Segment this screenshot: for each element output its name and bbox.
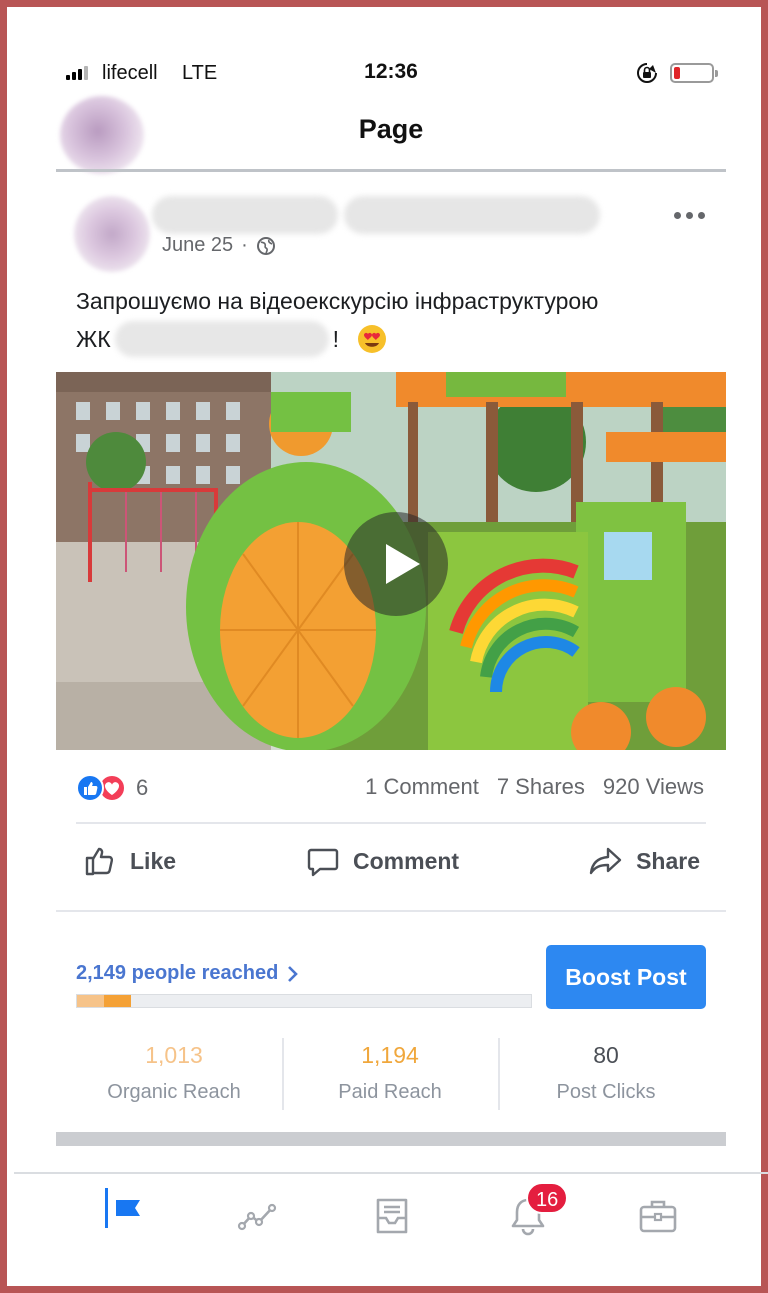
tab-tools[interactable] xyxy=(628,1186,688,1246)
chevron-right-icon xyxy=(288,965,299,982)
inbox-icon xyxy=(376,1198,408,1234)
battery-low-icon xyxy=(670,63,718,83)
author-name-blurred-2[interactable] xyxy=(344,196,600,234)
comment-label: Comment xyxy=(353,847,460,874)
page-title: Page xyxy=(358,114,424,144)
post-text-suffix: ! xyxy=(332,326,340,352)
post-meta: June 25 · xyxy=(162,234,276,257)
paid-reach-value: 1,194 xyxy=(361,1042,419,1068)
like-button[interactable]: Like xyxy=(76,843,182,879)
paid-reach-metric: 1,194 Paid Reach xyxy=(282,1042,498,1104)
thumbs-up-icon xyxy=(85,847,114,876)
comment-bubble-icon xyxy=(307,848,339,877)
insights-graph-icon xyxy=(237,1203,277,1231)
organic-reach-metric: 1,013 Organic Reach xyxy=(66,1042,282,1104)
reach-progress-bar xyxy=(76,994,532,1008)
play-button[interactable] xyxy=(344,512,448,616)
post-text-line-2: ЖК ! xyxy=(76,320,726,358)
more-options-icon[interactable] xyxy=(674,212,708,222)
post-text-prefix: ЖК xyxy=(76,326,111,352)
phone-screen: lifecell LTE 12:36 Page June 25 · Запрош… xyxy=(14,14,768,1293)
post-date[interactable]: June 25 xyxy=(162,234,233,257)
reach-progress-paid xyxy=(104,995,132,1007)
reach-progress-organic xyxy=(77,995,105,1007)
shares-count-link[interactable]: 7 Shares xyxy=(497,774,585,800)
tab-notifications[interactable]: 16 xyxy=(498,1182,569,1246)
orientation-lock-icon xyxy=(637,63,657,83)
share-arrow-icon xyxy=(589,847,622,875)
play-icon xyxy=(386,544,420,584)
bottom-tab-bar: 16 xyxy=(14,1172,768,1262)
post-clicks-value: 80 xyxy=(593,1042,619,1068)
comments-count-link[interactable]: 1 Comment xyxy=(365,774,479,800)
stats-divider xyxy=(76,822,706,824)
like-label: Like xyxy=(130,847,177,874)
post-text: Запрошуємо на відеоекскурсію інфраструкт… xyxy=(76,282,726,358)
share-button[interactable]: Share xyxy=(582,843,706,879)
reactions-summary[interactable]: 6 xyxy=(76,774,148,802)
share-label: Share xyxy=(636,847,700,874)
globe-icon xyxy=(256,236,275,255)
post-actions: Like Comment Share xyxy=(76,836,706,886)
tab-insights[interactable] xyxy=(228,1186,288,1246)
organic-reach-value: 1,013 xyxy=(145,1042,203,1068)
tools-briefcase-icon xyxy=(639,1200,677,1233)
people-reached-link[interactable]: 2,149 people reached xyxy=(76,962,299,985)
author-name-blurred[interactable] xyxy=(152,196,338,234)
people-reached-label: 2,149 people reached xyxy=(76,962,279,984)
complex-name-blurred xyxy=(114,321,329,357)
status-bar: lifecell LTE 12:36 xyxy=(14,54,768,94)
organic-reach-label: Organic Reach xyxy=(107,1081,241,1103)
paid-reach-label: Paid Reach xyxy=(338,1081,442,1103)
page-flag-icon xyxy=(116,1200,140,1216)
page-header: Page xyxy=(14,94,768,174)
post-stats: 1 Comment 7 Shares 920 Views xyxy=(365,774,704,800)
post-clicks-metric: 80 Post Clicks xyxy=(498,1042,714,1104)
comment-button[interactable]: Comment xyxy=(299,843,465,879)
notifications-badge: 16 xyxy=(526,1182,569,1214)
boost-post-button[interactable]: Boost Post xyxy=(546,945,706,1009)
header-divider xyxy=(56,169,726,172)
section-separator xyxy=(56,1132,726,1146)
meta-separator: · xyxy=(241,234,248,256)
heart-eyes-emoji-icon xyxy=(358,325,387,353)
views-count: 920 Views xyxy=(602,774,704,799)
screenshot-frame: lifecell LTE 12:36 Page June 25 · Запрош… xyxy=(0,0,768,1293)
video-player[interactable] xyxy=(56,372,726,750)
author-avatar[interactable] xyxy=(74,196,150,272)
tab-page[interactable] xyxy=(100,1186,160,1246)
post-text-line-1: Запрошуємо на відеоекскурсію інфраструкт… xyxy=(76,288,599,314)
tab-inbox[interactable] xyxy=(362,1186,422,1246)
actions-divider xyxy=(56,910,726,912)
like-reaction-icon xyxy=(76,774,104,802)
post-clicks-label: Post Clicks xyxy=(556,1081,656,1103)
reactions-count: 6 xyxy=(136,775,149,800)
